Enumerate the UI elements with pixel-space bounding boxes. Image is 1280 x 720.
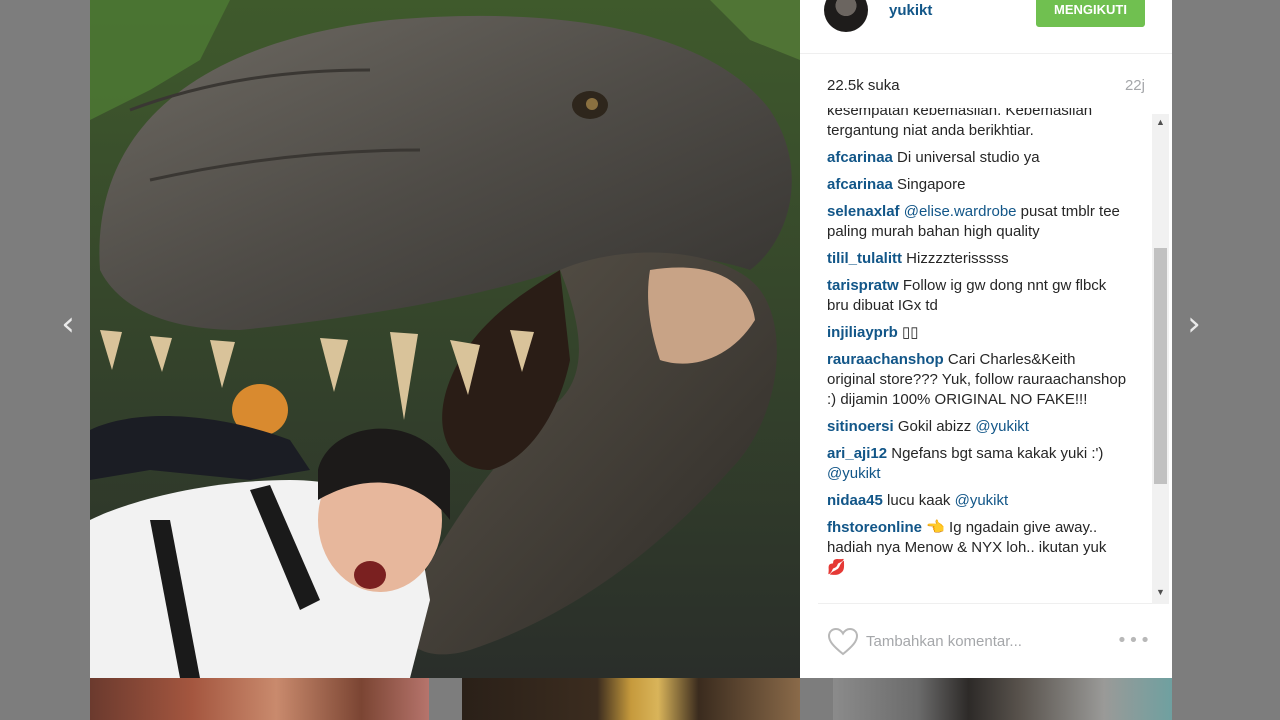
comment-author-link[interactable]: selenaxlaf xyxy=(827,203,900,220)
comment-item: kesempatan kebemasilan. Kebemasilan terg… xyxy=(827,108,1127,141)
likes-count[interactable]: 22.5k suka xyxy=(827,77,900,94)
comment-item: fhstoreonline 👈 Ig ngadain give away.. h… xyxy=(827,518,1127,578)
comment-author-link[interactable]: injiliayprb xyxy=(827,324,898,341)
post-username-link[interactable]: yukikt xyxy=(889,2,932,19)
comment-item: afcarinaa Di universal studio ya xyxy=(827,148,1127,168)
comment-item: tilil_tulalitt Hizzzzterisssss xyxy=(827,249,1127,269)
following-button[interactable]: MENGIKUTI xyxy=(1036,0,1145,27)
comment-item: ari_aji12 Ngefans bgt sama kakak yuki :'… xyxy=(827,444,1127,484)
more-options-icon[interactable]: ••• xyxy=(1116,626,1152,656)
comment-author-link[interactable]: tilil_tulalitt xyxy=(827,250,902,267)
scroll-up-arrow-icon[interactable]: ▲ xyxy=(1152,114,1169,131)
comments-section: kesempatan kebemasilan. Kebemasilan terg… xyxy=(818,108,1164,604)
comment-text: Di universal studio ya xyxy=(892,149,1040,166)
mention-link[interactable]: @yukikt xyxy=(975,418,1029,435)
comment-text: Gokil abizz xyxy=(893,418,976,435)
next-post-button[interactable]: › xyxy=(1174,300,1214,348)
comment-author-link[interactable]: nidaa45 xyxy=(827,492,883,509)
chevron-left-icon: ‹ xyxy=(61,304,75,344)
comment-item: selenaxlaf @elise.wardrobe pusat tmblr t… xyxy=(827,202,1127,242)
comment-author-link[interactable]: tarispratw xyxy=(827,277,899,294)
avatar[interactable] xyxy=(824,0,868,32)
post-header: yukikt MENGIKUTI xyxy=(800,0,1172,54)
comment-text: kesempatan kebemasilan. Kebemasilan terg… xyxy=(827,108,1093,139)
comment-item: afcarinaa Singapore xyxy=(827,175,1127,195)
comment-text: lucu kaak xyxy=(882,492,955,509)
mention-link[interactable]: @yukikt xyxy=(955,492,1009,509)
comment-author-link[interactable]: afcarinaa xyxy=(827,149,893,166)
chevron-right-icon: › xyxy=(1187,304,1201,344)
comment-item: nidaa45 lucu kaak @yukikt xyxy=(827,491,1127,511)
scrollbar-thumb[interactable] xyxy=(1154,248,1167,484)
comments-scrollbar[interactable]: ▲ ▼ xyxy=(1152,114,1169,604)
photo-dinosaur-image xyxy=(90,0,800,678)
comment-item: rauraachanshop Cari Charles&Keith origin… xyxy=(827,350,1127,410)
related-post-thumbnail[interactable] xyxy=(833,678,1172,720)
comment-text: Singapore xyxy=(892,176,966,193)
related-post-thumbnail[interactable] xyxy=(462,678,800,720)
related-post-thumbnail[interactable] xyxy=(90,678,429,720)
comment-author-link[interactable]: sitinoersi xyxy=(827,418,894,435)
comment-author-link[interactable]: rauraachanshop xyxy=(827,351,944,368)
comment-author-link[interactable]: fhstoreonline xyxy=(827,519,922,536)
previous-post-button[interactable]: ‹ xyxy=(48,300,88,348)
comment-text: ▯▯ xyxy=(897,324,919,341)
comment-item: sitinoersi Gokil abizz @yukikt xyxy=(827,417,1127,437)
comment-list: kesempatan kebemasilan. Kebemasilan terg… xyxy=(827,108,1127,585)
heart-icon[interactable] xyxy=(827,626,859,658)
comment-item: injiliayprb ▯▯ xyxy=(827,323,1127,343)
post-modal: yukikt MENGIKUTI 22.5k suka 22j kesempat… xyxy=(90,0,1172,678)
comment-author-link[interactable]: ari_aji12 xyxy=(827,445,887,462)
mention-link[interactable]: @yukikt xyxy=(827,465,881,482)
comment-item: tarispratw Follow ig gw dong nnt gw flbc… xyxy=(827,276,1127,316)
comment-text: Ngefans bgt sama kakak yuki :') xyxy=(887,445,1104,462)
post-footer: ••• xyxy=(800,604,1172,678)
post-time[interactable]: 22j xyxy=(1125,77,1145,94)
post-photo xyxy=(90,0,800,678)
scroll-down-arrow-icon[interactable]: ▼ xyxy=(1152,584,1169,601)
comment-text: Hizzzzterisssss xyxy=(902,250,1009,267)
post-sidebar: yukikt MENGIKUTI 22.5k suka 22j kesempat… xyxy=(800,0,1172,678)
mention-link[interactable]: @elise.wardrobe xyxy=(904,203,1017,220)
post-stats: 22.5k suka 22j xyxy=(800,54,1172,108)
add-comment-input[interactable] xyxy=(866,628,1106,654)
comment-author-link[interactable]: afcarinaa xyxy=(827,176,893,193)
